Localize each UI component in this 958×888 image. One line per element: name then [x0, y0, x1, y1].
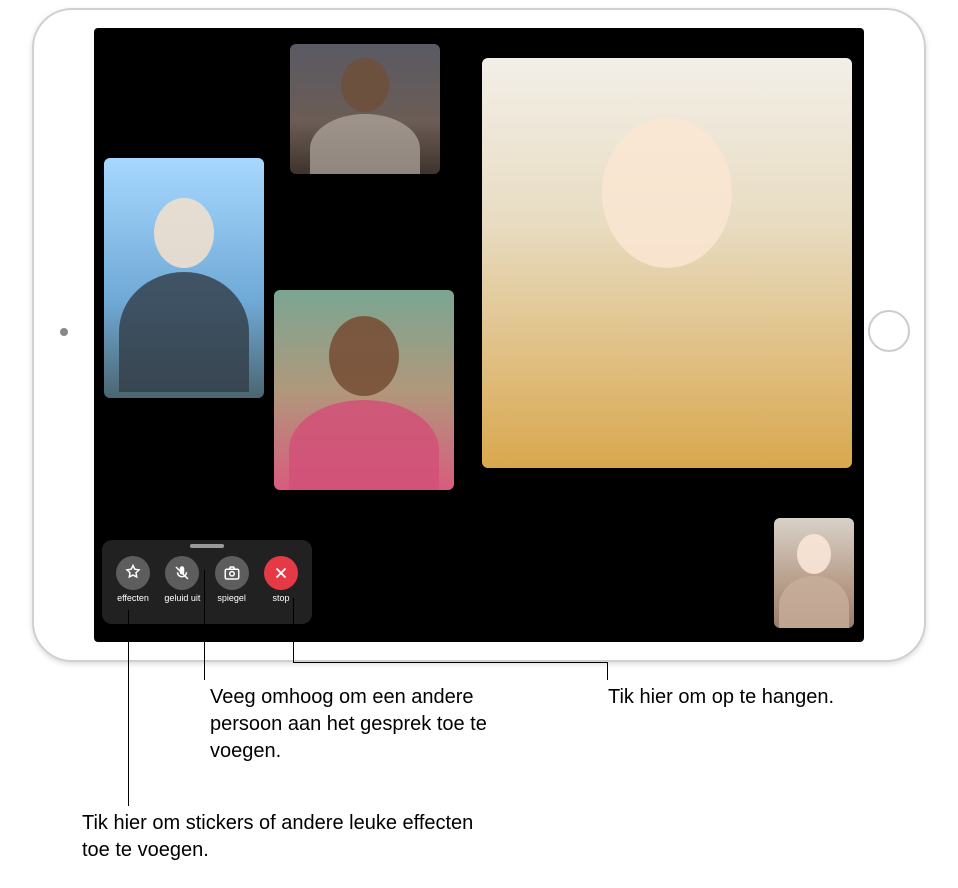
callout-effects: Tik hier om stickers of andere leuke eff… — [82, 810, 482, 864]
facetime-screen: effecten geluid uit — [94, 28, 864, 642]
effects-label: effecten — [117, 594, 149, 603]
flip-label: spiegel — [217, 594, 246, 603]
callout-swipe-up: Veeg omhoog om een andere persoon aan he… — [210, 684, 500, 765]
effects-icon — [116, 556, 150, 590]
call-controls-panel[interactable]: effecten geluid uit — [102, 540, 312, 624]
panel-drag-handle[interactable] — [190, 544, 224, 548]
flip-camera-icon — [215, 556, 249, 590]
microphone-muted-icon — [165, 556, 199, 590]
callout-line — [293, 662, 607, 663]
home-button[interactable] — [868, 310, 910, 352]
participant-tile-main[interactable] — [482, 58, 852, 468]
participant-tile-top[interactable] — [290, 44, 440, 174]
ipad-frame: effecten geluid uit — [32, 8, 926, 662]
end-call-button[interactable]: stop — [258, 556, 304, 603]
end-label: stop — [272, 594, 289, 603]
mute-button[interactable]: geluid uit — [159, 556, 205, 603]
callout-hang-up: Tik hier om op te hangen. — [608, 684, 898, 711]
callout-line — [204, 570, 205, 680]
callout-line — [293, 598, 294, 662]
mute-label: geluid uit — [164, 594, 200, 603]
front-camera-dot — [60, 328, 68, 336]
effects-button[interactable]: effecten — [110, 556, 156, 603]
flip-camera-button[interactable]: spiegel — [209, 556, 255, 603]
callout-line — [607, 662, 608, 680]
self-preview-tile[interactable] — [774, 518, 854, 628]
participant-tile-left[interactable] — [104, 158, 264, 398]
callout-line — [128, 610, 129, 806]
close-icon — [264, 556, 298, 590]
participant-tile-center[interactable] — [274, 290, 454, 490]
